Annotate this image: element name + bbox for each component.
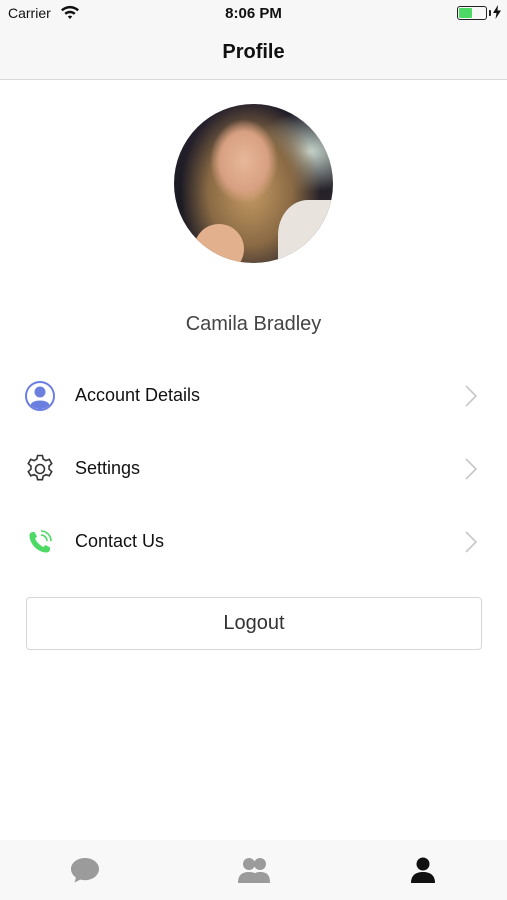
contacts-icon [237,858,270,883]
navigation-bar: Profile [0,28,507,80]
tab-chats[interactable] [0,840,169,900]
profile-avatar[interactable] [174,104,333,263]
page-title: Profile [222,41,285,63]
battery-icon [457,6,487,20]
battery-level [459,8,472,18]
avatar-photo-detail [194,224,244,263]
menu-item-label: Settings [75,458,141,478]
chevron-right-icon [465,385,477,407]
tab-bar [0,840,507,900]
phone-call-icon [29,530,52,553]
chat-bubble-icon [70,858,99,883]
profile-icon [410,857,435,883]
menu-item-contact-us[interactable]: Contact Us [0,512,507,572]
menu-item-account-details[interactable]: Account Details [0,366,507,426]
menu-item-label: Contact Us [75,531,165,551]
avatar-photo-detail [278,200,333,263]
tab-contacts[interactable] [169,840,338,900]
status-bar: Carrier 8:06 PM [0,0,507,28]
status-time: 8:06 PM [225,5,282,22]
user-circle-icon [25,381,55,411]
charging-bolt-icon [493,5,501,19]
gear-icon [27,454,53,481]
chevron-right-icon [465,458,477,480]
chevron-right-icon [465,531,477,553]
menu-item-label: Account Details [75,385,201,405]
profile-name: Camila Bradley [185,313,322,335]
logout-button[interactable]: Logout [26,597,482,650]
menu-item-settings[interactable]: Settings [0,439,507,499]
tab-profile[interactable] [338,840,507,900]
battery-cap [489,10,491,16]
